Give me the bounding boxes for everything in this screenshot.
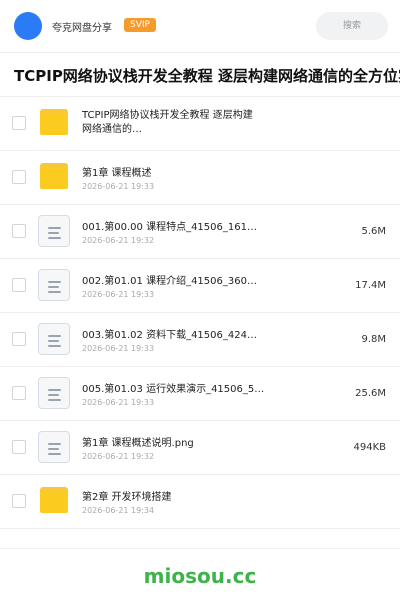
- file-row[interactable]: 005.第01.03 运行效果演示_41506_5… 2026-06-21 19:…: [0, 367, 400, 421]
- document-icon: [38, 269, 70, 301]
- file-date: 2026-06-21 19:33: [82, 344, 155, 353]
- file-row[interactable]: 002.第01.01 课程介绍_41506_360… 2026-06-21 19:…: [0, 259, 400, 313]
- file-date: 2026-06-21 19:33: [82, 290, 155, 299]
- file-size: 17.4M: [355, 280, 386, 291]
- file-size: 25.6M: [355, 388, 386, 399]
- file-row[interactable]: 003.第01.02 资料下载_41506_424… 2026-06-21 19:…: [0, 313, 400, 367]
- folder-icon: [40, 487, 68, 513]
- file-date: 2026-06-21 19:32: [82, 452, 155, 461]
- row-checkbox[interactable]: [12, 278, 26, 292]
- file-size: 5.6M: [361, 226, 386, 237]
- footer-divider: [0, 548, 400, 549]
- document-icon: [38, 215, 70, 247]
- file-name[interactable]: 第1章 课程概述说明.png: [82, 434, 282, 449]
- folder-icon: [40, 109, 68, 135]
- file-row[interactable]: 第1章 课程概述说明.png 2026-06-21 19:32 494KB: [0, 421, 400, 475]
- header-bar: 夸克网盘分享 SVIP 搜索: [0, 0, 400, 53]
- row-checkbox[interactable]: [12, 116, 26, 130]
- row-checkbox[interactable]: [12, 494, 26, 508]
- file-list: TCPIP网络协议栈开发全教程 逐层构建网络通信的… 第1章 课程概述 2026-0…: [0, 97, 400, 529]
- file-date: 2026-06-21 19:33: [82, 398, 155, 407]
- file-name[interactable]: 第1章 课程概述: [82, 164, 282, 179]
- file-date: 2026-06-21 19:32: [82, 236, 155, 245]
- svip-badge: SVIP: [124, 18, 156, 32]
- share-name: 夸克网盘分享: [52, 23, 112, 34]
- page-title: TCPIP网络协议栈开发全教程 逐层构建网络通信的全方位实: [14, 67, 400, 85]
- folder-row[interactable]: TCPIP网络协议栈开发全教程 逐层构建网络通信的…: [0, 97, 400, 151]
- file-date: 2026-06-21 19:34: [82, 506, 155, 515]
- row-checkbox[interactable]: [12, 170, 26, 184]
- row-checkbox[interactable]: [12, 332, 26, 346]
- watermark: miosou.cc: [143, 564, 257, 588]
- row-checkbox[interactable]: [12, 386, 26, 400]
- folder-row[interactable]: 第2章 开发环境搭建 2026-06-21 19:34: [0, 475, 400, 529]
- file-name[interactable]: 003.第01.02 资料下载_41506_424…: [82, 326, 282, 341]
- file-size: 494KB: [353, 442, 386, 453]
- file-name[interactable]: TCPIP网络协议栈开发全教程 逐层构建网络通信的…: [82, 109, 262, 137]
- document-icon: [38, 323, 70, 355]
- document-icon: [38, 377, 70, 409]
- file-date: 2026-06-21 19:33: [82, 182, 155, 191]
- file-name[interactable]: 002.第01.01 课程介绍_41506_360…: [82, 272, 282, 287]
- document-icon: [38, 431, 70, 463]
- row-checkbox[interactable]: [12, 224, 26, 238]
- search-input[interactable]: 搜索: [316, 12, 388, 40]
- avatar[interactable]: [14, 12, 42, 40]
- file-name[interactable]: 第2章 开发环境搭建: [82, 488, 282, 503]
- row-checkbox[interactable]: [12, 440, 26, 454]
- folder-row[interactable]: 第1章 课程概述 2026-06-21 19:33: [0, 151, 400, 205]
- title-bar: TCPIP网络协议栈开发全教程 逐层构建网络通信的全方位实: [0, 53, 400, 97]
- folder-icon: [40, 163, 68, 189]
- file-size: 9.8M: [361, 334, 386, 345]
- file-name[interactable]: 001.第00.00 课程特点_41506_161…: [82, 218, 282, 233]
- file-row[interactable]: 001.第00.00 课程特点_41506_161… 2026-06-21 19:…: [0, 205, 400, 259]
- file-name[interactable]: 005.第01.03 运行效果演示_41506_5…: [82, 380, 282, 395]
